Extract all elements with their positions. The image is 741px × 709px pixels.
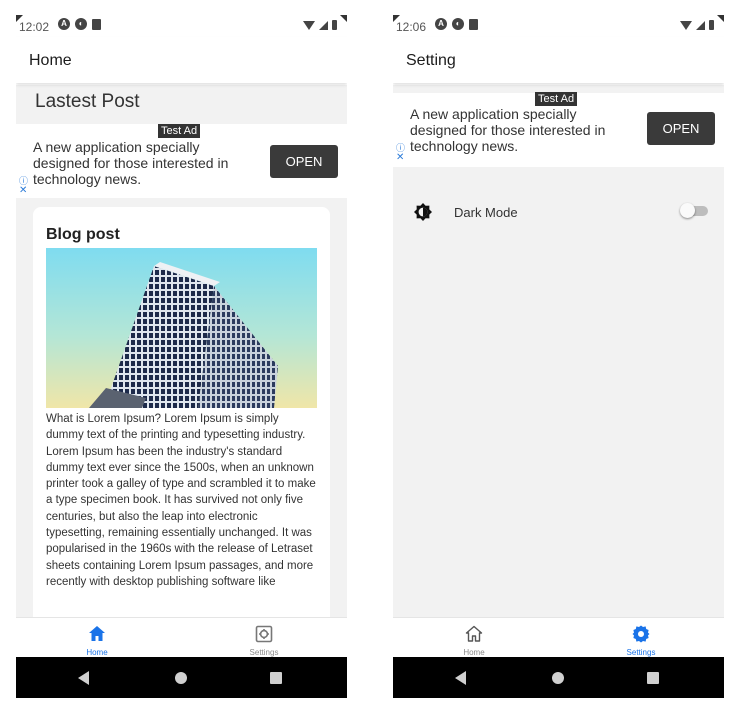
nav-settings-label: Settings bbox=[249, 648, 279, 657]
settings-screen: 12:06 A ◐ Setting A new application spec… bbox=[393, 11, 724, 698]
nav-settings[interactable]: Settings bbox=[591, 618, 691, 658]
dark-mode-row[interactable]: Dark Mode bbox=[393, 192, 724, 232]
status-corner-mark-right bbox=[340, 15, 347, 22]
section-heading: Lastest Post bbox=[35, 91, 140, 112]
sd-card-icon bbox=[469, 19, 478, 30]
post-body: What is Lorem Ipsum? Lorem Ipsum is simp… bbox=[46, 413, 316, 588]
notification-icon: ◐ bbox=[452, 18, 464, 30]
page-title: Setting bbox=[406, 52, 456, 69]
notification-icon: ◐ bbox=[75, 18, 87, 30]
back-icon[interactable] bbox=[78, 671, 89, 685]
status-corner-mark-right bbox=[717, 15, 724, 22]
battery-icon bbox=[332, 20, 337, 30]
dark-mode-label: Dark Mode bbox=[454, 205, 518, 220]
home-circle-icon[interactable] bbox=[552, 672, 564, 684]
home-screen: 12:02 A ◐ Home Lastest Post A new applic… bbox=[16, 11, 347, 698]
status-icons-right bbox=[680, 20, 714, 30]
post-title: Blog post bbox=[46, 226, 120, 243]
ad-close-icon[interactable]: ✕ bbox=[396, 152, 404, 163]
ad-open-button[interactable]: OPEN bbox=[647, 112, 715, 145]
wifi-icon bbox=[303, 21, 315, 30]
recent-apps-icon[interactable] bbox=[647, 672, 659, 684]
wifi-icon bbox=[680, 21, 692, 30]
home-icon bbox=[465, 625, 483, 642]
app-bar: Setting bbox=[393, 37, 724, 83]
bottom-navigation: Home Settings bbox=[393, 617, 724, 658]
test-ad-badge: Test Ad bbox=[535, 92, 578, 106]
back-icon[interactable] bbox=[455, 671, 466, 685]
settings-icon bbox=[632, 625, 650, 643]
signal-icon bbox=[319, 21, 328, 30]
status-time: 12:06 bbox=[396, 20, 427, 34]
post-image bbox=[46, 248, 317, 408]
ad-text: A new application specially designed for… bbox=[33, 139, 229, 187]
dark-mode-toggle[interactable] bbox=[680, 203, 695, 218]
system-navigation-bar bbox=[16, 657, 347, 698]
ad-text: A new application specially designed for… bbox=[410, 106, 606, 154]
blog-post-card[interactable]: Blog post What is Lorem Ipsum? Lorem Ips… bbox=[33, 207, 330, 617]
bottom-navigation: Home Settings bbox=[16, 617, 347, 658]
nav-home-label: Home bbox=[86, 648, 108, 657]
nav-settings-label: Settings bbox=[626, 648, 656, 657]
ad-banner[interactable]: A new application specially designed for… bbox=[393, 92, 724, 167]
home-content[interactable]: Lastest Post A new application specially… bbox=[16, 85, 347, 617]
android-auto-icon: A bbox=[435, 18, 447, 30]
building-photo-icon bbox=[89, 262, 278, 408]
sd-card-icon bbox=[92, 19, 101, 30]
status-bar: 12:02 A ◐ bbox=[16, 11, 347, 37]
settings-content: A new application specially designed for… bbox=[393, 85, 724, 617]
brightness-icon bbox=[414, 203, 432, 221]
settings-icon bbox=[255, 625, 273, 643]
app-bar: Home bbox=[16, 37, 347, 83]
status-time: 12:02 bbox=[19, 20, 50, 34]
home-icon bbox=[89, 626, 105, 641]
status-icons-left: A ◐ bbox=[58, 18, 101, 30]
android-auto-icon: A bbox=[58, 18, 70, 30]
ad-open-button[interactable]: OPEN bbox=[270, 145, 338, 178]
nav-home[interactable]: Home bbox=[47, 618, 147, 658]
signal-icon bbox=[696, 21, 705, 30]
system-navigation-bar bbox=[393, 657, 724, 698]
battery-icon bbox=[709, 20, 714, 30]
home-circle-icon[interactable] bbox=[175, 672, 187, 684]
ad-close-icon[interactable]: ✕ bbox=[19, 185, 27, 196]
nav-home[interactable]: Home bbox=[424, 618, 524, 658]
nav-home-label: Home bbox=[463, 648, 485, 657]
status-icons-left: A ◐ bbox=[435, 18, 478, 30]
status-icons-right bbox=[303, 20, 337, 30]
status-bar: 12:06 A ◐ bbox=[393, 11, 724, 37]
nav-settings[interactable]: Settings bbox=[214, 618, 314, 658]
page-title: Home bbox=[29, 52, 72, 69]
recent-apps-icon[interactable] bbox=[270, 672, 282, 684]
ad-banner[interactable]: A new application specially designed for… bbox=[16, 124, 347, 198]
test-ad-badge: Test Ad bbox=[158, 124, 201, 138]
